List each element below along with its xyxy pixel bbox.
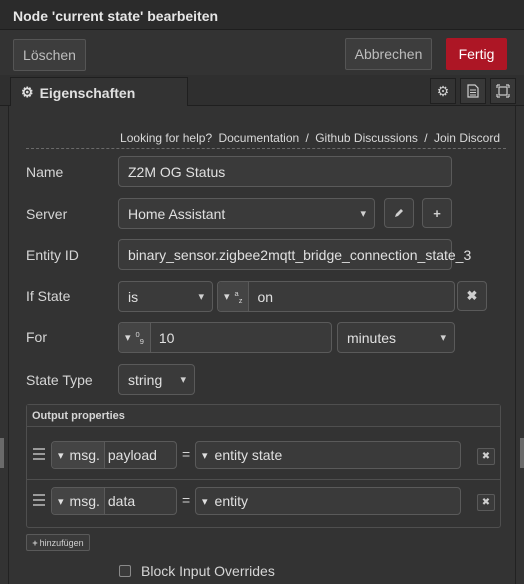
state-type-select[interactable]: string ▾ [118, 364, 195, 395]
caret-down-icon: ▾ [224, 291, 230, 303]
close-icon: ✖ [466, 288, 478, 303]
tab-properties-label: Eigenschaften [39, 84, 136, 101]
for-value: 10 [158, 329, 175, 346]
server-value: Home Assistant [128, 205, 226, 222]
help-separator: / [424, 131, 428, 145]
output-properties-title: Output properties [27, 405, 500, 427]
join-discord-link[interactable]: Join Discord [434, 131, 500, 145]
edit-server-button[interactable] [384, 198, 414, 228]
remove-row-button[interactable]: ✖ [477, 448, 495, 465]
chevron-down-icon: ▾ [198, 291, 204, 303]
plus-icon: + [433, 205, 441, 221]
chevron-down-icon: ▾ [360, 208, 366, 220]
property-input[interactable]: ▾ msg. payload [51, 441, 177, 469]
block-input-overrides[interactable]: Block Input Overrides [119, 563, 275, 579]
caret-down-icon: ▾ [58, 495, 64, 508]
clear-if-state-button[interactable]: ✖ [457, 281, 487, 311]
number-type-icon: 09 [135, 329, 144, 346]
string-type-icon: az [234, 288, 243, 305]
msg-prefix: msg. [69, 447, 100, 463]
output-row: ▾ msg. data = ▾ entity ✖ [27, 480, 500, 524]
help-line: Looking for help? Documentation / Github… [117, 131, 500, 145]
for-typed-input[interactable]: ▾ 09 10 [118, 322, 332, 353]
tab-properties[interactable]: ⚙ Eigenschaften [10, 77, 188, 107]
properties-panel: Looking for help? Documentation / Github… [8, 106, 516, 584]
help-prefix: Looking for help? [120, 131, 213, 145]
output-row: ▾ msg. payload = ▾ entity state ✖ [27, 434, 500, 478]
name-input[interactable]: Z2M OG Status [118, 156, 452, 187]
action-bar: Löschen Abbrechen Fertig [0, 31, 524, 75]
description-tab-button[interactable] [460, 78, 486, 104]
chevron-down-icon: ▾ [180, 374, 186, 386]
property-value: data [107, 493, 136, 509]
server-select[interactable]: Home Assistant ▾ [118, 198, 375, 229]
appearance-tab-button[interactable] [490, 78, 516, 104]
msg-type-selector[interactable]: ▾ msg. [52, 442, 105, 468]
if-state-value: on [257, 288, 274, 305]
entity-id-label: Entity ID [26, 247, 79, 263]
state-type-value: string [128, 371, 163, 388]
gear-icon: ⚙ [436, 82, 450, 99]
server-label: Server [26, 206, 68, 222]
frame-icon [496, 84, 510, 98]
github-discussions-link[interactable]: Github Discussions [315, 131, 418, 145]
msg-prefix: msg. [69, 493, 100, 509]
plus-icon: + [32, 537, 38, 548]
for-label: For [26, 329, 47, 345]
block-input-checkbox[interactable] [119, 565, 131, 577]
resize-handle-right[interactable] [520, 438, 524, 468]
property-source-select[interactable]: ▾ entity [195, 487, 461, 515]
pencil-icon [395, 209, 403, 217]
name-label: Name [26, 164, 64, 180]
type-selector[interactable]: ▾ 09 [119, 323, 151, 352]
chevron-down-icon: ▾ [440, 332, 446, 344]
help-separator: / [305, 131, 309, 145]
add-property-label: hinzufügen [39, 537, 84, 548]
equals-sign: = [182, 446, 191, 462]
property-source-select[interactable]: ▾ entity state [195, 441, 461, 469]
msg-type-selector[interactable]: ▾ msg. [52, 488, 105, 514]
state-type-label: State Type [26, 372, 93, 388]
property-input[interactable]: ▾ msg. data [51, 487, 177, 515]
if-state-label: If State [26, 288, 71, 304]
drag-handle-icon[interactable] [33, 494, 45, 509]
property-value: payload [107, 447, 157, 463]
document-icon [467, 84, 479, 98]
close-icon: ✖ [481, 451, 491, 462]
drag-handle-icon[interactable] [33, 448, 45, 463]
tab-strip: ⚙ Eigenschaften ⚙ [0, 75, 524, 107]
gear-icon: ⚙ [21, 84, 34, 100]
block-input-label: Block Input Overrides [141, 563, 275, 579]
if-state-operator-select[interactable]: is ▾ [118, 281, 213, 312]
caret-down-icon: ▾ [125, 332, 131, 344]
done-button[interactable]: Fertig [446, 38, 507, 70]
divider [26, 148, 506, 149]
type-selector[interactable]: ▾ az [218, 282, 250, 311]
unit-value: minutes [347, 329, 397, 346]
output-properties-box: Output properties ▾ msg. payload = ▾ ent… [26, 404, 501, 528]
equals-sign: = [182, 492, 191, 508]
close-icon: ✖ [481, 497, 491, 508]
caret-down-icon: ▾ [202, 449, 208, 462]
dialog-title: Node 'current state' bearbeiten [0, 0, 524, 30]
documentation-link[interactable]: Documentation [218, 131, 299, 145]
caret-down-icon: ▾ [58, 449, 64, 462]
caret-down-icon: ▾ [202, 495, 208, 508]
property-source-value: entity [214, 493, 248, 509]
property-source-value: entity state [214, 447, 283, 463]
entity-id-input[interactable]: binary_sensor.zigbee2mqtt_bridge_connect… [118, 239, 471, 270]
operator-value: is [128, 288, 139, 305]
settings-tab-button[interactable]: ⚙ [430, 78, 456, 104]
add-server-button[interactable]: + [422, 198, 452, 228]
add-property-button[interactable]: + hinzufügen [26, 534, 90, 551]
delete-button[interactable]: Löschen [13, 39, 86, 71]
for-unit-select[interactable]: minutes ▾ [337, 322, 455, 353]
if-state-typed-input[interactable]: ▾ az on [217, 281, 455, 312]
remove-row-button[interactable]: ✖ [477, 494, 495, 511]
resize-handle-left[interactable] [0, 438, 4, 468]
cancel-button[interactable]: Abbrechen [345, 38, 432, 70]
